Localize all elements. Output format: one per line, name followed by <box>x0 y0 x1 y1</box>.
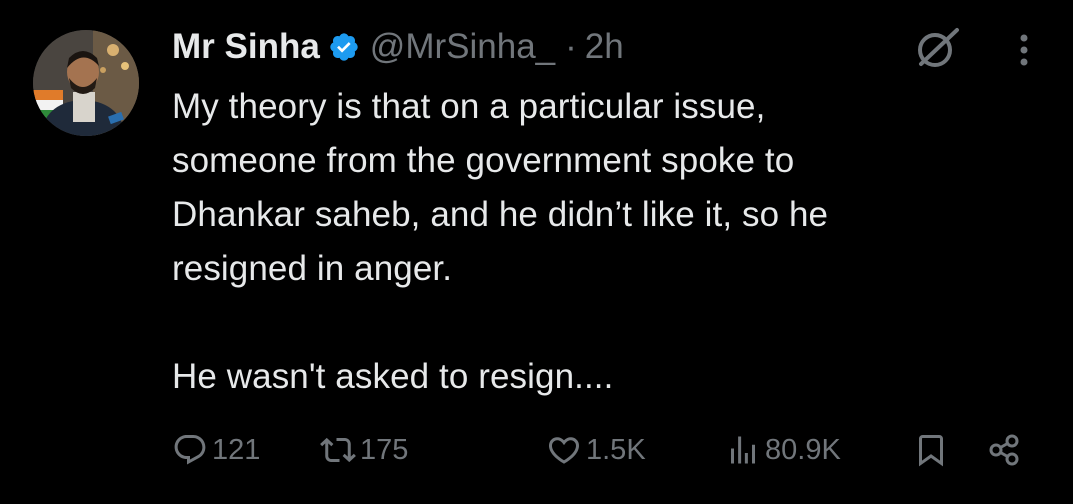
like-count: 1.5K <box>586 433 646 466</box>
reply-icon <box>174 435 206 465</box>
share-button[interactable] <box>986 426 1022 474</box>
repost-icon <box>320 437 356 463</box>
grok-icon[interactable] <box>913 24 961 72</box>
views-icon <box>731 436 755 464</box>
author-display-name[interactable]: Mr Sinha <box>172 27 320 67</box>
verified-badge-icon <box>328 31 360 63</box>
bookmark-button[interactable] <box>913 426 949 474</box>
views-button[interactable]: 80.9K <box>725 426 841 474</box>
share-icon <box>989 434 1019 466</box>
repost-button[interactable]: 175 <box>320 426 408 474</box>
more-options-icon[interactable] <box>1012 30 1036 70</box>
tweet-actions-bar: 121 175 1.5K 80.9K <box>172 426 1032 474</box>
post-timestamp[interactable]: 2h <box>585 27 624 67</box>
bookmark-icon <box>919 435 943 467</box>
tweet-header: Mr Sinha @MrSinha_ · 2h <box>172 24 624 70</box>
tweet: Mr Sinha @MrSinha_ · 2h My theory is tha… <box>0 0 1073 504</box>
avatar[interactable] <box>33 30 139 136</box>
views-count: 80.9K <box>765 433 841 466</box>
repost-count: 175 <box>360 433 409 466</box>
avatar-photo <box>33 30 139 136</box>
author-handle[interactable]: @MrSinha_ <box>370 27 555 67</box>
separator-dot: · <box>565 27 577 66</box>
reply-button[interactable]: 121 <box>172 426 260 474</box>
like-icon <box>548 437 580 464</box>
reply-count: 121 <box>212 433 261 466</box>
like-button[interactable]: 1.5K <box>546 426 646 474</box>
tweet-text: My theory is that on a particular issue,… <box>172 87 829 396</box>
